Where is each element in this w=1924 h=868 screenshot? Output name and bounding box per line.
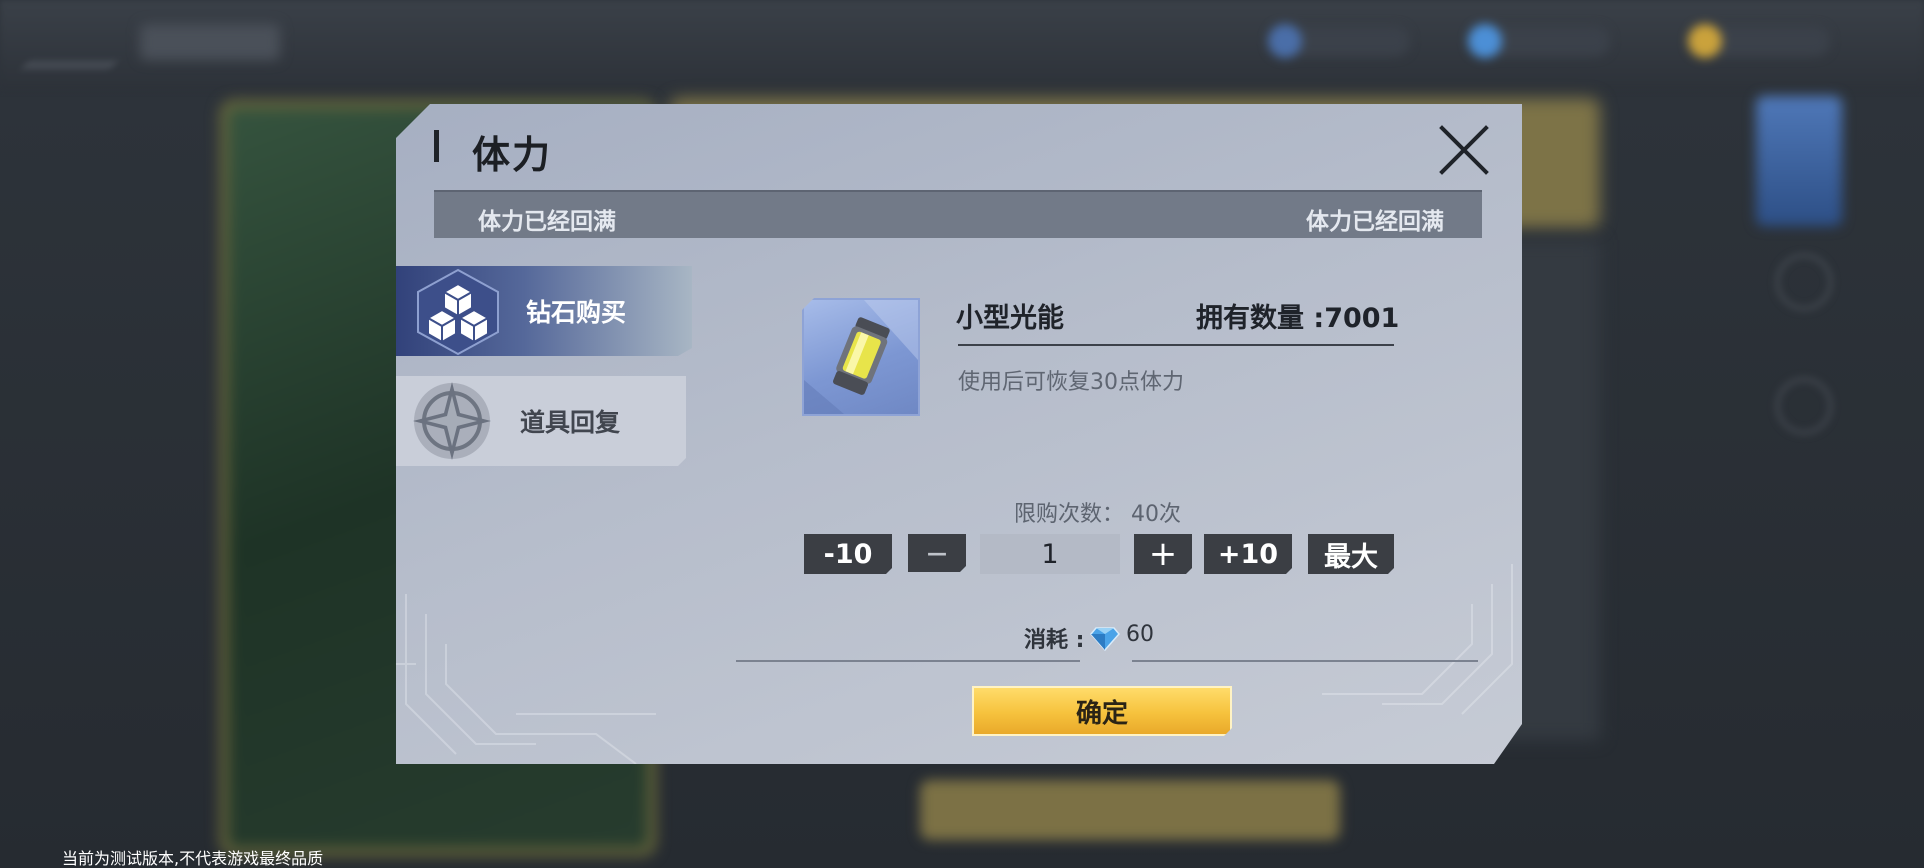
title-accent-bar [434,130,439,162]
cost-value: 60 [1126,622,1154,647]
cost-divider-right [1132,660,1478,662]
background-resource-3 [1688,24,1830,58]
background-title [140,24,280,60]
energy-canister-icon [804,300,918,414]
status-text-left: 体力已经回满 [478,209,616,235]
max-button[interactable]: 最大 [1308,534,1394,574]
item-owned-count: 拥有数量 :7001 [1196,303,1400,334]
item-description: 使用后可恢复30点体力 [958,370,1184,395]
plus-button[interactable]: + [1134,534,1192,574]
minus-button[interactable]: — [908,534,966,572]
tab-label: 钻石购买 [526,298,627,327]
circuit-decoration-left [396,594,656,764]
close-icon[interactable] [1438,124,1490,176]
background-button [920,780,1340,840]
test-version-notice: 当前为测试版本,不代表游戏最终品质 [62,849,324,868]
item-divider [958,344,1394,346]
status-text-right: 体力已经回满 [1306,209,1444,235]
dialog-title: 体力 [472,133,553,177]
confirm-button[interactable]: 确定 [972,686,1232,736]
purchase-limit: 限购次数： 40次 [1014,502,1181,527]
background-resource-1 [1268,24,1410,58]
quantity-input[interactable] [980,534,1120,574]
background-resource-2 [1468,24,1610,58]
minus-10-button[interactable]: -10 [804,534,892,574]
stamina-status-strip: 体力已经回满 体力已经回满 [434,190,1482,238]
background-side-circle-2 [1776,378,1832,434]
cubes-icon [417,268,499,356]
tab-item-recovery[interactable]: 道具回复 [396,376,686,466]
background-top-bar [0,0,1924,90]
tab-label: 道具回复 [520,408,621,437]
circuit-decoration-right [1322,564,1513,715]
compass-star-icon [413,382,491,460]
item-name: 小型光能 [956,303,1064,334]
background-side-icon [1756,96,1842,226]
tab-diamond-purchase[interactable]: 钻石购买 [396,266,692,356]
background-side-circle-1 [1776,254,1832,310]
plus-10-button[interactable]: +10 [1204,534,1292,574]
cost-divider-left [736,660,1080,662]
stamina-dialog: 体力 体力已经回满 体力已经回满 钻石购买 道具回复 小型光能 拥有数量:70… [396,104,1522,764]
cost-label: 消耗 : [1024,628,1085,653]
diamond-icon [1090,627,1120,652]
item-icon-frame [802,298,920,416]
